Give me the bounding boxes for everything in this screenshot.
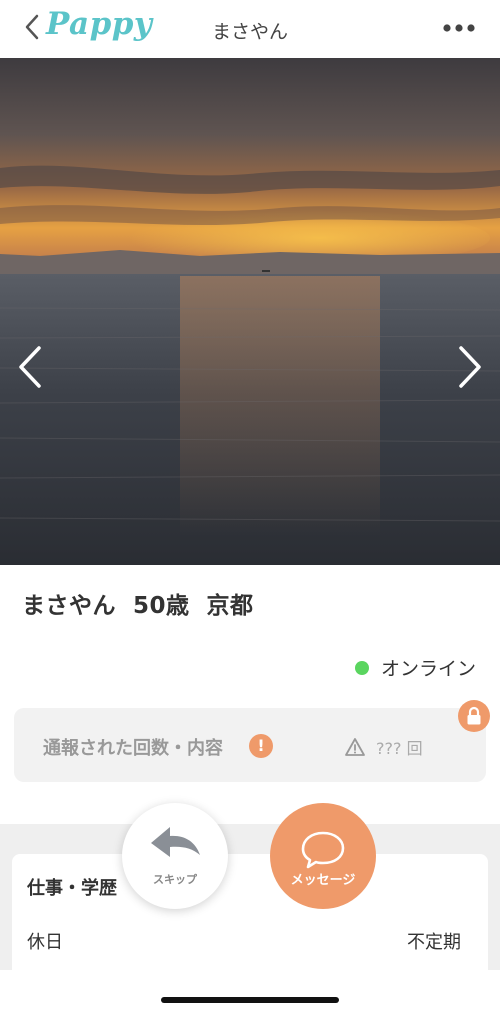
sunset-sea-photo [0,58,500,565]
page-title: まさやん [211,21,288,43]
detail-value-holiday: 不定期 [407,932,461,953]
details-card: 仕事・学歴 休日 不定期 [12,854,488,970]
online-dot-icon [354,660,369,675]
profile-summary: まさやん 50歳 京都 [22,586,254,620]
online-label: オンライン [380,658,476,680]
undo-arrow-icon [151,827,200,857]
report-count: ??? 回 [344,735,423,759]
section-title-work: 仕事・学歴 [27,878,117,899]
profile-photo[interactable] [0,58,500,565]
detail-key-holiday: 休日 [27,932,63,953]
chevron-right-icon [459,346,481,388]
warning-triangle-icon [345,738,365,756]
message-label: メッセージ [290,873,356,888]
message-button[interactable]: メッセージ [270,803,376,909]
report-label: 通報された回数・内容 [43,738,223,759]
profile-name: まさやん [22,593,116,619]
speech-bubble-icon [301,831,345,869]
more-dots-icon [443,24,475,32]
profile-location: 京都 [206,593,254,619]
bottom-bar [0,970,500,1015]
exclamation-icon: ! [249,734,273,758]
lock-icon [467,706,481,725]
lock-button[interactable] [458,700,490,732]
profile-age: 50歳 [133,593,190,619]
skip-label: スキップ [153,873,197,886]
report-box[interactable]: 通報された回数・内容 ! ??? 回 [14,708,486,782]
chevron-left-icon [19,346,41,388]
skip-button[interactable]: スキップ [122,803,228,909]
home-indicator[interactable] [161,997,339,1003]
online-status: オンライン [354,654,476,681]
header: Pappy まさやん [0,0,500,58]
next-photo-button[interactable] [455,342,485,392]
more-button[interactable] [442,20,476,36]
report-count-text: ??? 回 [376,739,423,758]
prev-photo-button[interactable] [15,342,45,392]
